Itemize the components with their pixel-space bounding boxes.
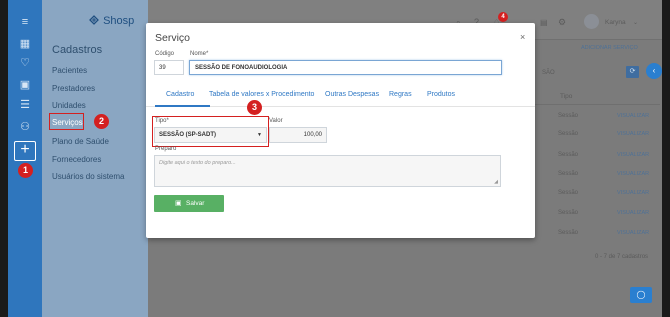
row-7-visualizar[interactable]: VISUALIZAR [617, 230, 649, 236]
contacts-icon[interactable]: ▤ [540, 18, 548, 27]
settings-gear-icon[interactable]: ⚙ [558, 17, 566, 28]
row-3-tipo: Sessão [558, 152, 579, 158]
notification-badge: 4 [498, 12, 508, 22]
hamburger-menu-icon[interactable]: ≡ [17, 16, 33, 28]
nome-field[interactable]: SESSÃO DE FONOAUDIOLOGIA [189, 60, 502, 75]
modal-title: Serviço [155, 32, 191, 44]
menu-item-plano-de-saude[interactable]: Plano de Saúde [52, 137, 109, 146]
nome-label: Nome* [190, 51, 209, 57]
save-button[interactable]: ▣ Salvar [154, 195, 224, 212]
chat-icon: ◯ [636, 290, 646, 299]
cadastros-menu: Shosp Cadastros Pacientes Prestadores Un… [42, 0, 148, 317]
users-icon[interactable]: ⚇ [17, 121, 33, 133]
step-marker-3: 3 [247, 100, 262, 115]
search-field-fragment[interactable]: SÃO [542, 70, 555, 76]
refresh-button[interactable]: ⟳ [626, 66, 639, 78]
step-marker-1: 1 [18, 163, 33, 178]
icon-rail: ≡ ▦ ♡ ▣ ☰ ⚇ + 1 [8, 0, 42, 317]
heart-icon[interactable]: ♡ [17, 57, 33, 69]
menu-item-usuarios[interactable]: Usuários do sistema [52, 172, 124, 181]
row-1-visualizar[interactable]: VISUALIZAR [617, 113, 649, 119]
chevron-down-icon[interactable]: ⌄ [633, 19, 638, 26]
chat-button[interactable]: ◯ [630, 287, 652, 303]
menu-item-prestadores[interactable]: Prestadores [52, 84, 95, 93]
calendar-icon[interactable]: ▦ [17, 38, 33, 50]
valor-label: Valor [269, 118, 283, 124]
codigo-label: Código [155, 51, 175, 57]
active-tab-indicator [155, 105, 210, 107]
row-1-tipo: Sessão [558, 113, 579, 119]
tipo-highlight [152, 116, 269, 147]
add-cadastro-icon[interactable]: + [14, 141, 36, 161]
collapse-panel-button[interactable]: ‹ [646, 63, 662, 79]
save-label: Salvar [186, 200, 205, 207]
close-icon[interactable]: × [520, 32, 525, 42]
servicos-highlight [49, 113, 84, 130]
row-6-tipo: Sessão [558, 210, 579, 216]
app-window: ≡ ▦ ♡ ▣ ☰ ⚇ + 1 Shosp Cadastros Paciente… [8, 0, 662, 317]
preparo-label: Preparo [155, 146, 177, 152]
user-name[interactable]: Karyna [605, 19, 626, 26]
refresh-icon: ⟳ [629, 68, 636, 75]
wallet-icon[interactable]: ▣ [17, 79, 33, 91]
pagination-summary: 0 - 7 de 7 cadastros [595, 254, 649, 260]
menu-title: Cadastros [52, 44, 103, 56]
row-4-tipo: Sessão [558, 171, 579, 177]
tab-produtos[interactable]: Produtos [427, 91, 455, 98]
step-marker-2: 2 [94, 114, 109, 129]
row-2-visualizar[interactable]: VISUALIZAR [617, 131, 649, 137]
save-icon: ▣ [175, 200, 182, 207]
avatar[interactable] [584, 14, 599, 29]
row-6-visualizar[interactable]: VISUALIZAR [617, 210, 649, 216]
valor-field[interactable]: 100,00 [269, 127, 327, 143]
screenshot-frame: ≡ ▦ ♡ ▣ ☰ ⚇ + 1 Shosp Cadastros Paciente… [0, 0, 670, 317]
menu-item-unidades[interactable]: Unidades [52, 101, 86, 110]
logo-text: Shosp [103, 15, 135, 27]
preparo-placeholder: Digite aqui o texto do preparo... [159, 160, 236, 166]
menu-item-fornecedores[interactable]: Fornecedores [52, 155, 101, 164]
chevron-left-icon: ‹ [652, 66, 656, 75]
shosp-logo: Shosp [88, 14, 134, 27]
shosp-logo-icon [89, 15, 99, 25]
row-7-tipo: Sessão [558, 230, 579, 236]
add-servico-link[interactable]: ADICIONAR SERVIÇO [581, 45, 638, 51]
column-header-tipo: Tipo [560, 93, 573, 100]
row-5-tipo: Sessão [558, 190, 579, 196]
database-icon[interactable]: ☰ [17, 99, 33, 111]
row-4-visualizar[interactable]: VISUALIZAR [617, 171, 649, 177]
codigo-field[interactable]: 39 [154, 60, 184, 75]
servico-modal: Serviço × Código 39 Nome* SESSÃO DE FONO… [146, 23, 535, 238]
resize-handle-icon[interactable]: ◢ [494, 179, 498, 185]
tab-tabela-de-valores[interactable]: Tabela de valores x Procedimento [209, 91, 314, 98]
tab-regras[interactable]: Regras [389, 91, 412, 98]
tab-cadastro[interactable]: Cadastro [166, 91, 194, 98]
row-2-tipo: Sessão [558, 131, 579, 137]
tab-outras-despesas[interactable]: Outras Despesas [325, 91, 379, 98]
row-3-visualizar[interactable]: VISUALIZAR [617, 152, 649, 158]
menu-item-pacientes[interactable]: Pacientes [52, 66, 87, 75]
preparo-textarea[interactable]: Digite aqui o texto do preparo... ◢ [154, 155, 501, 187]
row-5-visualizar[interactable]: VISUALIZAR [617, 190, 649, 196]
